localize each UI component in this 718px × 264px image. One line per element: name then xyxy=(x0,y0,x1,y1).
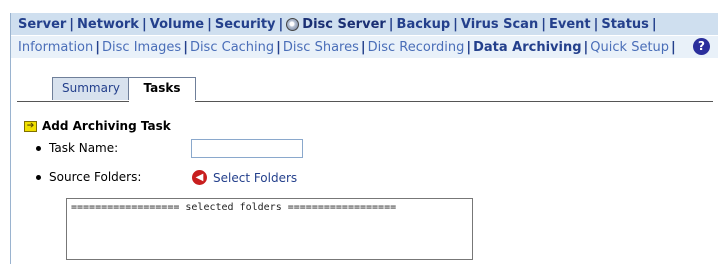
subnav-separator: | xyxy=(360,39,366,55)
subnav-data-archiving[interactable]: Data Archiving xyxy=(473,40,581,55)
nav-separator: | xyxy=(69,16,75,32)
subnav-disc-images[interactable]: Disc Images xyxy=(102,40,181,55)
subnav-disc-shares[interactable]: Disc Shares xyxy=(283,40,359,55)
subnav-separator: | xyxy=(671,39,676,55)
nav-network[interactable]: Network xyxy=(77,17,139,32)
select-folders-button[interactable]: ◀ Select Folders xyxy=(192,170,297,185)
nav-separator: | xyxy=(388,16,394,32)
nav-virus-scan[interactable]: Virus Scan xyxy=(461,17,538,32)
task-name-row: Task Name: xyxy=(36,141,118,155)
task-name-label: Task Name: xyxy=(49,141,119,155)
subnav-disc-recording[interactable]: Disc Recording xyxy=(368,40,465,55)
nav-separator: | xyxy=(453,16,458,32)
subnav-separator: | xyxy=(276,39,281,55)
disc-icon xyxy=(286,17,300,31)
nav-event[interactable]: Event xyxy=(549,17,591,32)
nav-status[interactable]: Status xyxy=(601,17,649,32)
subnav-quick-setup[interactable]: Quick Setup xyxy=(590,40,669,55)
select-folders-icon: ◀ xyxy=(192,170,207,185)
nav-server[interactable]: Server xyxy=(18,17,66,32)
nav-volume[interactable]: Volume xyxy=(150,17,204,32)
subnav-separator: | xyxy=(466,39,472,55)
nav-disc-server[interactable]: Disc Server xyxy=(302,17,386,32)
selected-folders-textarea[interactable]: ================== selected folders ====… xyxy=(66,198,473,260)
section-title: Add Archiving Task xyxy=(42,119,171,133)
nav-separator: | xyxy=(278,16,284,32)
active-tab-gap xyxy=(129,101,195,103)
tab-summary[interactable]: Summary xyxy=(52,77,130,100)
subnav-separator: | xyxy=(583,39,589,55)
tab-underline xyxy=(17,101,713,102)
primary-nav: Server | Network | Volume | Security | Disc … xyxy=(11,13,718,35)
tab-tasks[interactable]: Tasks xyxy=(128,77,196,100)
nav-backup[interactable]: Backup xyxy=(397,17,451,32)
nav-security[interactable]: Security xyxy=(215,17,276,32)
help-icon[interactable]: ? xyxy=(693,38,710,55)
subnav-information[interactable]: Information xyxy=(18,40,93,55)
arrow-right-icon: ➔ xyxy=(24,120,37,132)
nav-separator: | xyxy=(141,16,147,32)
secondary-nav: Information | Disc Images | Disc Caching | … xyxy=(11,36,718,58)
bullet xyxy=(36,174,41,180)
subnav-separator: | xyxy=(95,39,101,55)
section-header: ➔ Add Archiving Task xyxy=(24,119,171,133)
source-folders-label: Source Folders: xyxy=(49,170,142,184)
subnav-separator: | xyxy=(183,39,188,55)
bullet xyxy=(36,145,41,151)
nav-separator: | xyxy=(207,16,212,32)
nav-separator: | xyxy=(593,16,599,32)
subnav-disc-caching[interactable]: Disc Caching xyxy=(190,40,274,55)
nav-separator: | xyxy=(651,16,657,32)
task-name-input[interactable] xyxy=(191,139,303,158)
source-folders-row: Source Folders: xyxy=(36,170,141,184)
nav-separator: | xyxy=(541,16,546,32)
select-folders-label: Select Folders xyxy=(213,170,298,185)
